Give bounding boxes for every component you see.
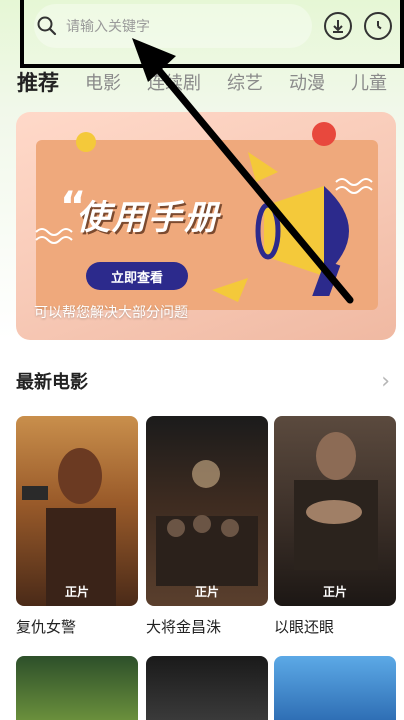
chevron-right-icon[interactable]: › [381, 369, 390, 394]
search-bar: 请输入关键字 [20, 0, 404, 68]
movie-poster-row2[interactable] [274, 656, 396, 720]
poster-figure [156, 460, 258, 586]
view-now-button[interactable]: 立即查看 [86, 262, 188, 290]
movie-title: 复仇女警 [16, 618, 77, 636]
search-input[interactable]: 请输入关键字 [34, 4, 312, 48]
search-icon [37, 16, 57, 36]
tab-kids[interactable]: 儿童 [351, 69, 387, 95]
movie-poster-row2[interactable] [16, 656, 138, 720]
history-button[interactable] [364, 12, 392, 40]
megaphone-icon [255, 186, 349, 296]
promo-banner[interactable]: “ 使用手册 立即查看 可以帮您解决大部分问题 [16, 112, 396, 340]
poster-badge: 正片 [322, 585, 348, 599]
movie-card[interactable]: 正片 以眼还眼 [274, 416, 396, 637]
tab-recommend[interactable]: 推荐 [17, 67, 59, 97]
banner-title: 使用手册 [76, 198, 220, 238]
movie-card[interactable]: 正片 大将金昌洙 [146, 416, 268, 637]
tab-movies[interactable]: 电影 [85, 69, 121, 95]
poster-badge: 正片 [64, 585, 90, 599]
movie-card[interactable]: 正片 复仇女警 [16, 416, 138, 637]
category-tabs: 推荐 电影 连续剧 综艺 动漫 儿童 [17, 64, 404, 100]
clock-icon [377, 21, 382, 30]
movie-poster[interactable]: 正片 [274, 416, 396, 606]
movie-poster[interactable]: 正片 [146, 416, 268, 606]
section-title: 最新电影 [16, 372, 88, 393]
movie-poster-row2[interactable] [146, 656, 268, 720]
movie-title: 以眼还眼 [274, 618, 335, 636]
tab-anime[interactable]: 动漫 [289, 69, 325, 95]
movie-poster[interactable]: 正片 [16, 416, 138, 606]
tab-series[interactable]: 连续剧 [147, 69, 201, 95]
latest-movies-header[interactable]: 最新电影 › [16, 366, 390, 396]
tab-variety[interactable]: 综艺 [227, 69, 263, 95]
movie-title: 大将金昌洙 [146, 618, 222, 636]
search-placeholder: 请输入关键字 [66, 19, 150, 35]
banner-caption: 可以帮您解决大部分问题 [34, 305, 188, 321]
poster-figure [294, 432, 378, 570]
download-icon [333, 20, 343, 33]
poster-badge: 正片 [194, 585, 220, 599]
download-button[interactable] [324, 12, 352, 40]
poster-figure [22, 448, 116, 606]
